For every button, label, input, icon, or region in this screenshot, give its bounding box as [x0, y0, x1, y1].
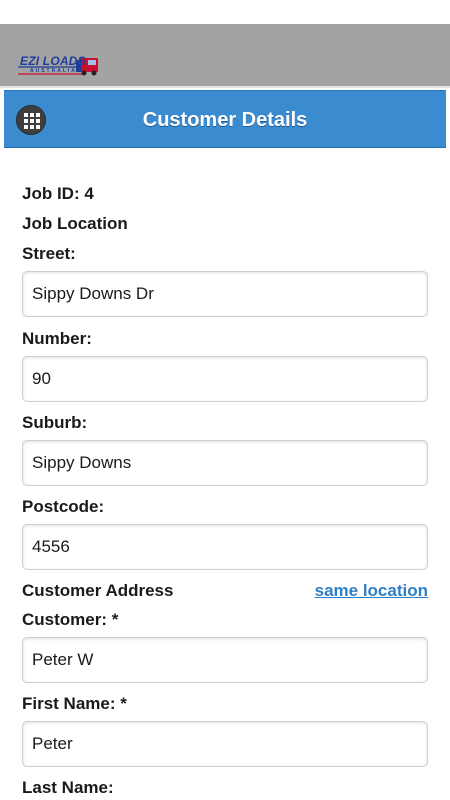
first-name-input[interactable] — [22, 721, 428, 767]
first-name-label: First Name: * — [22, 694, 127, 713]
menu-button[interactable] — [16, 105, 46, 135]
status-strip — [0, 0, 450, 24]
street-label: Street: — [22, 244, 76, 263]
customer-input[interactable] — [22, 637, 428, 683]
street-input[interactable] — [22, 271, 428, 317]
number-label: Number: — [22, 329, 92, 348]
page-title: Customer Details — [142, 109, 308, 131]
same-location-link[interactable]: same location — [315, 581, 428, 601]
last-name-label: Last Name: — [22, 778, 114, 797]
customer-label: Customer: * — [22, 610, 119, 629]
brand-bar: EZI LOADS AUSTRALIA — [0, 24, 450, 88]
job-id-label: Job ID: 4 — [22, 184, 94, 203]
suburb-input[interactable] — [22, 440, 428, 486]
page-header: Customer Details — [4, 90, 446, 148]
logo-subtext: AUSTRALIA — [30, 68, 77, 74]
suburb-label: Suburb: — [22, 413, 88, 432]
ezi-loads-logo: EZI LOADS AUSTRALIA — [18, 52, 106, 78]
postcode-label: Postcode: — [22, 497, 105, 516]
number-input[interactable] — [22, 356, 428, 402]
logo-text: EZI LOADS — [20, 54, 86, 68]
postcode-input[interactable] — [22, 524, 428, 570]
job-location-heading: Job Location — [22, 214, 128, 233]
grid-icon — [24, 113, 40, 129]
